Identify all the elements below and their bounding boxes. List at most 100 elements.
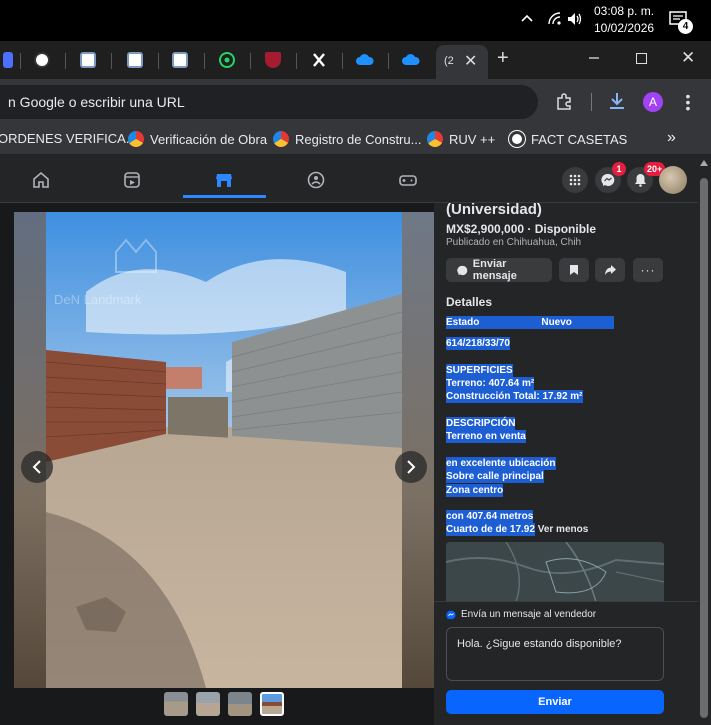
- bookmark-ruv[interactable]: RUV ++: [427, 131, 495, 147]
- scroll-up-arrow-icon[interactable]: [700, 160, 708, 166]
- tab-active[interactable]: (2 ✕: [436, 45, 488, 79]
- seller-message-input[interactable]: Hola. ¿Sigue estando disponible?: [446, 627, 664, 681]
- location-map[interactable]: [446, 542, 664, 602]
- tab-10[interactable]: [389, 46, 433, 74]
- bookmark-label: FACT CASETAS: [531, 131, 628, 147]
- chevron-up-icon[interactable]: [520, 12, 536, 28]
- ruv-logo-icon: [128, 131, 144, 147]
- photo-blur-right: [402, 212, 434, 688]
- tab-separator: [111, 53, 112, 69]
- profile-avatar[interactable]: A: [643, 92, 663, 112]
- bookmark-label: ORDENES VERIFICA...: [0, 131, 137, 146]
- download-icon[interactable]: [607, 91, 627, 113]
- menu-grid-button[interactable]: [562, 167, 588, 193]
- watermark-text: DeN Landmark: [54, 292, 142, 307]
- grid-icon: [569, 174, 581, 186]
- ruv-logo-icon: [273, 131, 289, 147]
- detail-construccion: Construcción Total: 17.92 m²: [446, 390, 583, 403]
- tab-6[interactable]: [205, 46, 249, 74]
- browser-menu-icon[interactable]: • • •: [683, 89, 693, 115]
- bookmark-fact-casetas[interactable]: FACT CASETAS: [509, 131, 627, 147]
- ruv-logo-icon: [427, 131, 443, 147]
- bookmark-icon: [570, 265, 578, 275]
- photo-thumbnail[interactable]: [164, 692, 188, 716]
- harvard-shield-icon: [265, 52, 281, 68]
- maximize-icon[interactable]: [636, 53, 647, 64]
- gaming-icon[interactable]: [399, 171, 417, 189]
- extensions-puzzle-icon[interactable]: [555, 93, 573, 111]
- more-bookmarks-icon[interactable]: »: [667, 129, 676, 147]
- send-message-label: Enviar mensaje: [472, 258, 517, 282]
- account-avatar[interactable]: [659, 166, 687, 194]
- ver-menos-link[interactable]: Ver menos: [538, 524, 589, 535]
- tab-4[interactable]: [113, 46, 157, 74]
- notification-count-badge: 4: [678, 19, 693, 34]
- scrollbar-thumb[interactable]: [700, 178, 708, 718]
- send-message-button[interactable]: Enviar mensaje: [446, 258, 552, 282]
- detail-desc-2: en excelente ubicación: [446, 457, 556, 470]
- marketplace-icon[interactable]: [215, 171, 233, 189]
- window-close-icon[interactable]: ✕: [681, 48, 695, 68]
- tab-9[interactable]: [343, 46, 387, 74]
- close-tab-icon[interactable]: ✕: [464, 51, 477, 71]
- more-options-button[interactable]: ···: [633, 258, 663, 282]
- whatsapp-icon: [219, 52, 235, 68]
- address-bar[interactable]: n Google o escribir una URL: [0, 85, 538, 119]
- tab-favicon-icon: [80, 52, 96, 68]
- send-button[interactable]: Enviar: [446, 690, 664, 714]
- groups-icon[interactable]: [307, 171, 325, 189]
- photo-blur-left: [14, 212, 46, 688]
- bookmark-ordenes[interactable]: ORDENES VERIFICA...: [0, 131, 137, 146]
- address-bar-text: n Google o escribir una URL: [8, 94, 185, 110]
- seller-message-heading: Envía un mensaje al vendedor: [446, 609, 596, 620]
- listing-photo[interactable]: DeN Landmark: [46, 212, 402, 688]
- save-button[interactable]: [559, 258, 589, 282]
- video-icon[interactable]: [123, 171, 141, 189]
- details-heading: Detalles: [446, 295, 493, 309]
- detail-estado-row: Estado Nuevo: [446, 316, 614, 329]
- x-logo-icon: [313, 53, 325, 67]
- thumbnail-strip: [14, 688, 434, 725]
- photo-thumbnail[interactable]: [196, 692, 220, 716]
- share-button[interactable]: [595, 258, 625, 282]
- detail-desc-5: con 407.64 metros: [446, 510, 534, 523]
- bookmark-registro[interactable]: Registro de Constru...: [273, 131, 421, 147]
- clock-date: 10/02/2026: [594, 21, 655, 35]
- bookmark-label: Verificación de Obra: [150, 131, 268, 147]
- tab-2[interactable]: [20, 46, 64, 74]
- clock-time: 03:08 p. m.: [594, 4, 655, 18]
- desc-text: Terreno en venta: [446, 430, 526, 443]
- prev-photo-button[interactable]: [21, 451, 53, 483]
- new-tab-button[interactable]: +: [497, 47, 509, 70]
- tab-5[interactable]: [158, 46, 202, 74]
- next-photo-button[interactable]: [395, 451, 427, 483]
- wifi-icon[interactable]: [547, 11, 563, 27]
- facebook-top-nav: [0, 155, 698, 203]
- detail-descripcion: DESCRIPCIÓN: [446, 417, 516, 430]
- photo-thumbnail[interactable]: [228, 692, 252, 716]
- tab-7[interactable]: [251, 46, 295, 74]
- desc-text: Cuarto de de 17.92: [446, 523, 535, 536]
- system-clock[interactable]: 03:08 p. m. 10/02/2026: [594, 3, 664, 37]
- messenger-icon: [457, 265, 468, 275]
- bookmark-label: RUV ++: [449, 131, 496, 147]
- minimize-icon[interactable]: [588, 51, 600, 63]
- volume-icon[interactable]: [566, 11, 584, 27]
- bookmark-verificacion[interactable]: Verificación de Obra: [128, 131, 267, 147]
- cloud-icon: [402, 54, 420, 65]
- active-tab-indicator: [183, 195, 266, 198]
- tab-3[interactable]: [66, 46, 110, 74]
- phone-text: 614/218/33/70: [446, 337, 510, 350]
- photo-thumbnail-active[interactable]: [260, 692, 284, 716]
- home-icon[interactable]: [32, 171, 50, 189]
- panel-divider: [434, 601, 698, 602]
- bell-icon: [634, 174, 646, 187]
- messenger-icon: [446, 610, 456, 619]
- tab-8[interactable]: [297, 46, 341, 74]
- messenger-badge: 1: [612, 162, 626, 176]
- detail-phone: 614/218/33/70: [446, 337, 510, 350]
- estado-value: Nuevo: [541, 316, 614, 329]
- chevron-right-icon: [407, 460, 416, 474]
- detail-desc-3: Sobre calle principal: [446, 470, 544, 483]
- detail-terreno: Terreno: 407.64 m²: [446, 377, 535, 390]
